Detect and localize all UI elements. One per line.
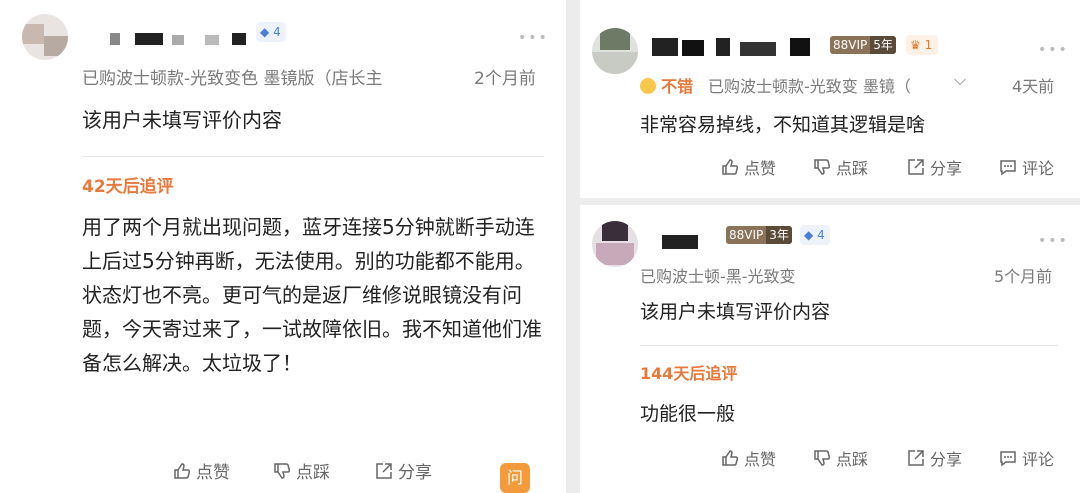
purchase-info: 已购波士顿款-光致变 墨镜（ <box>708 77 911 96</box>
crown-badge: ♛ 1 <box>906 35 939 55</box>
more-icon[interactable]: ••• <box>518 30 549 46</box>
vip-badge: 88VIP 5年 <box>830 36 896 54</box>
followup-text: 功能很一般 <box>640 403 736 425</box>
share-icon <box>376 462 392 479</box>
left-review-card: ◆ 4 ••• 已购波士顿款-光致变色 墨镜版（店长主 2个月前 该用户未填写评… <box>0 0 566 493</box>
more-icon[interactable]: ••• <box>1038 233 1069 249</box>
like-label: 点赞 <box>744 159 777 178</box>
diamond-icon: ◆ <box>804 228 814 242</box>
rating: 不错 <box>640 73 693 97</box>
followup-text: 用了两个月就出现问题，蓝牙连接5分钟就断手动连上后过5分钟再断，无法使用。别的功… <box>82 215 542 375</box>
thumbs-up-icon <box>174 462 191 479</box>
review-content: 该用户未填写评价内容 <box>82 108 282 132</box>
review-content: 该用户未填写评价内容 <box>640 301 831 323</box>
comment-icon <box>1000 451 1016 467</box>
level-count: 4 <box>273 25 281 39</box>
like-button[interactable]: 点赞 <box>720 155 776 179</box>
comment-button[interactable]: 评论 <box>998 446 1054 470</box>
share-icon <box>908 450 924 466</box>
rating-label: 不错 <box>661 77 694 96</box>
more-icon[interactable]: ••• <box>1038 42 1069 58</box>
level-badge: ◆ 4 <box>256 22 286 42</box>
review-content: 非常容易掉线，不知道其逻辑是啥 <box>640 114 926 136</box>
comment-button[interactable]: 评论 <box>998 155 1054 179</box>
ask-button[interactable]: 问 <box>500 463 530 493</box>
vip-badge: 88VIP 3年 <box>726 226 792 244</box>
vip-years: 5年 <box>870 36 896 54</box>
share-icon <box>908 159 924 175</box>
dislike-label: 点踩 <box>296 463 330 483</box>
review-time: 4天前 <box>1012 77 1055 96</box>
avatar[interactable] <box>22 14 68 60</box>
vip-label: 88VIP <box>729 228 764 242</box>
comment-label: 评论 <box>1022 159 1055 178</box>
smile-icon <box>640 78 656 94</box>
comment-icon <box>1000 160 1016 176</box>
comment-label: 评论 <box>1022 450 1055 469</box>
thumbs-up-icon <box>722 450 739 466</box>
thumbs-down-icon <box>274 462 291 479</box>
share-label: 分享 <box>930 450 963 469</box>
purchase-info: 已购波士顿款-光致变色 墨镜版（店长主 <box>82 69 383 89</box>
dislike-button[interactable]: 点踩 <box>272 458 330 483</box>
review-time: 2个月前 <box>474 69 536 89</box>
review-time: 5个月前 <box>994 267 1053 286</box>
like-label: 点赞 <box>744 450 777 469</box>
share-label: 分享 <box>398 463 432 483</box>
crown-icon: ♛ <box>910 38 921 52</box>
thumbs-up-icon <box>722 159 739 175</box>
dislike-label: 点踩 <box>836 159 869 178</box>
followup-label: 144天后追评 <box>640 364 738 383</box>
chevron-down-icon[interactable]: ⌵ <box>954 70 966 90</box>
share-button[interactable]: 分享 <box>906 446 962 470</box>
dislike-button[interactable]: 点踩 <box>812 155 868 179</box>
diamond-icon: ◆ <box>260 25 270 39</box>
dislike-button[interactable]: 点踩 <box>812 446 868 470</box>
thumbs-down-icon <box>814 159 831 175</box>
thumbs-down-icon <box>814 450 831 466</box>
divider <box>82 156 544 157</box>
avatar[interactable] <box>592 221 638 267</box>
purchase-info: 已购波士顿-黑-光致变 <box>640 267 796 286</box>
avatar[interactable] <box>592 28 638 74</box>
level-count: 4 <box>817 228 825 242</box>
vip-label: 88VIP <box>833 38 868 52</box>
right-review-card-1: 88VIP 5年 ♛ 1 ••• 不错 已购波士顿款-光致变 墨镜（ ⌵ 4天前… <box>580 0 1080 198</box>
share-button[interactable]: 分享 <box>374 458 432 483</box>
divider <box>640 345 1058 346</box>
dislike-label: 点踩 <box>836 450 869 469</box>
vip-years: 3年 <box>766 226 792 244</box>
share-label: 分享 <box>930 159 963 178</box>
level-badge: ◆ 4 <box>800 225 830 245</box>
share-button[interactable]: 分享 <box>906 155 962 179</box>
right-review-card-2: 88VIP 3年 ◆ 4 ••• 已购波士顿-黑-光致变 5个月前 该用户未填写… <box>580 205 1080 493</box>
like-button[interactable]: 点赞 <box>172 458 230 483</box>
crown-count: 1 <box>924 38 933 52</box>
followup-label: 42天后追评 <box>82 177 174 197</box>
like-label: 点赞 <box>196 463 230 483</box>
like-button[interactable]: 点赞 <box>720 446 776 470</box>
